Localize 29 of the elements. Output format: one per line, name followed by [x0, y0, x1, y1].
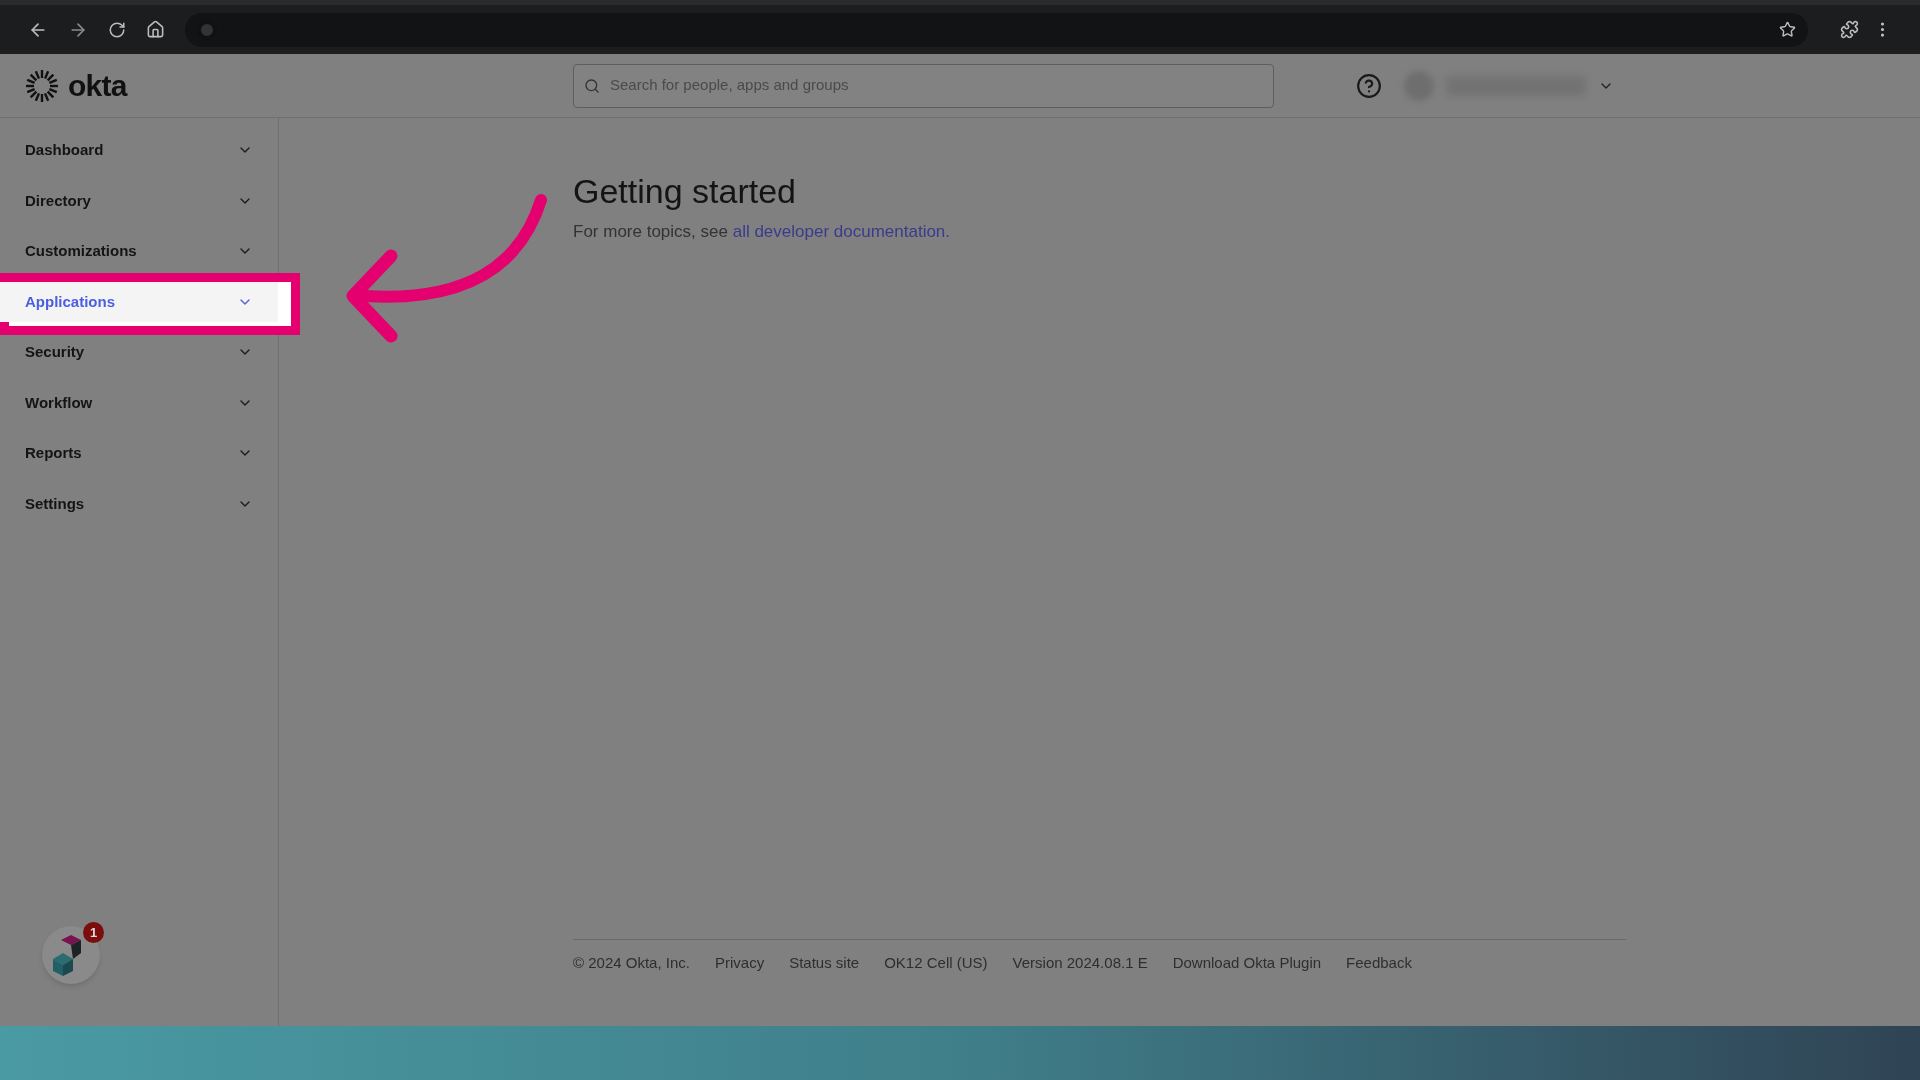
search-field[interactable]: Search for people, apps and groups: [573, 63, 1274, 108]
sidebar-item[interactable]: Directory: [0, 185, 278, 216]
sidebar-item[interactable]: Settings: [0, 488, 278, 519]
search-icon: [584, 77, 600, 94]
footer-link[interactable]: Feedback: [1346, 951, 1412, 974]
documentation-link[interactable]: all developer documentation.: [732, 221, 951, 241]
sidebar-item[interactable]: Workflow: [0, 387, 278, 418]
sunburst-logo-icon: [24, 67, 60, 104]
intro-text: For more topics, see all developer documentation.: [573, 220, 952, 243]
search-input[interactable]: Search for people, apps and groups: [610, 74, 1263, 97]
reload-icon[interactable]: [108, 20, 126, 39]
footer-link[interactable]: Download Okta Plugin: [1172, 951, 1322, 974]
home-icon[interactable]: [146, 20, 165, 39]
footer-link[interactable]: Status site: [789, 951, 860, 974]
notification-badge: 1: [83, 922, 104, 943]
extensions-icon[interactable]: [1840, 20, 1859, 39]
sidebar-item[interactable]: Applications: [0, 281, 278, 322]
sidebar-item[interactable]: Dashboard: [0, 135, 278, 166]
help-icon[interactable]: [1356, 72, 1382, 99]
copyright-text: © 2024 Okta, Inc.: [573, 952, 690, 973]
sidebar-item[interactable]: Reports: [0, 438, 278, 469]
footer-link[interactable]: OK12 Cell (US): [884, 951, 988, 974]
footer-link[interactable]: Version 2024.08.1 E: [1012, 951, 1148, 974]
sidebar-item[interactable]: Security: [0, 337, 278, 368]
sidebar-item[interactable]: Customizations: [0, 236, 278, 267]
okta-logo-text: okta: [68, 70, 127, 101]
footer-link[interactable]: Privacy: [714, 951, 765, 974]
bookmark-star-icon[interactable]: [1779, 21, 1796, 38]
page-title: Getting started: [573, 171, 797, 212]
